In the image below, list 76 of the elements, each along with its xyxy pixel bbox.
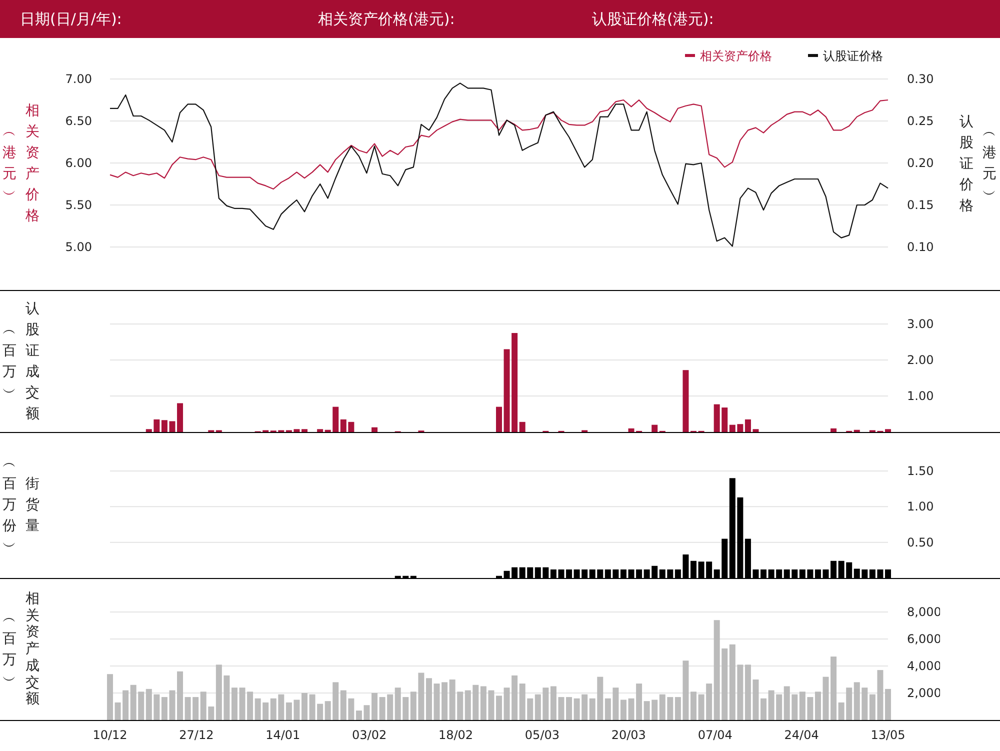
bar bbox=[169, 690, 176, 720]
axis-unit: ︵百万︶ bbox=[2, 320, 18, 402]
date-label: 27/12 bbox=[179, 728, 214, 742]
bar bbox=[558, 697, 564, 720]
tick-label: 0.30 bbox=[907, 72, 934, 86]
bar bbox=[885, 688, 891, 720]
bar bbox=[628, 428, 634, 432]
bar bbox=[752, 429, 759, 432]
bar bbox=[822, 676, 829, 720]
bar bbox=[107, 674, 113, 720]
bar bbox=[682, 370, 689, 432]
tick-label: 0.15 bbox=[907, 198, 934, 212]
bar bbox=[714, 404, 720, 432]
bar bbox=[364, 705, 370, 720]
tick-label: 0.20 bbox=[907, 156, 934, 170]
tick-label: 5.00 bbox=[65, 240, 92, 254]
bar bbox=[294, 429, 300, 432]
bar bbox=[434, 684, 440, 720]
bar bbox=[114, 702, 121, 720]
tick-label: 1.00 bbox=[907, 500, 934, 514]
bar bbox=[372, 427, 378, 432]
axis-title: 认股证价格 bbox=[958, 112, 974, 216]
date-label: 18/02 bbox=[438, 728, 474, 742]
tick-label: 1.00 bbox=[907, 389, 934, 403]
bar bbox=[496, 406, 502, 432]
tick-label: 0.50 bbox=[907, 535, 934, 550]
date-label: 20/03 bbox=[611, 728, 646, 742]
header-label: 认股证价格(港元): bbox=[592, 10, 714, 28]
bar bbox=[348, 422, 354, 432]
bar bbox=[830, 428, 837, 432]
bar bbox=[698, 694, 704, 720]
tick-label: 7.00 bbox=[65, 72, 92, 86]
legend-item: 相关资产价格 bbox=[685, 49, 772, 63]
date-label: 14/01 bbox=[266, 728, 300, 742]
bar bbox=[239, 688, 246, 720]
tick-label: 6.50 bbox=[65, 114, 92, 128]
date-label: 05/03 bbox=[524, 728, 560, 742]
bar bbox=[885, 429, 891, 432]
date-label: 07/04 bbox=[698, 728, 732, 742]
bar bbox=[302, 429, 308, 432]
bar bbox=[302, 693, 308, 720]
axis-unit: ︵港元︶ bbox=[2, 123, 18, 205]
header-label: 日期(日/月/年): bbox=[20, 10, 123, 28]
date-label: 10/12 bbox=[92, 728, 128, 742]
axis-title: 相关资产成交额 bbox=[24, 590, 40, 708]
tick-label: 3.00 bbox=[907, 317, 934, 331]
tick-label: 1.50 bbox=[907, 464, 934, 478]
axis-unit: ︵港元︶ bbox=[982, 123, 998, 205]
bar bbox=[877, 670, 884, 720]
date-label: 13/05 bbox=[870, 728, 906, 742]
bar bbox=[169, 421, 176, 432]
axis-unit: ︵百万份︶ bbox=[2, 454, 18, 557]
axis-title: 街货量 bbox=[24, 475, 40, 536]
bar bbox=[177, 403, 184, 432]
tick-label: 0.10 bbox=[907, 240, 934, 254]
bar bbox=[752, 680, 759, 720]
bar bbox=[309, 694, 316, 720]
date-label: 24/04 bbox=[784, 728, 819, 742]
bar bbox=[294, 700, 300, 720]
bar bbox=[488, 690, 494, 720]
bar bbox=[146, 429, 152, 432]
axis-title: 相关资产价格 bbox=[24, 102, 40, 226]
legend-item: 认股证价格 bbox=[808, 49, 883, 63]
tick-label: 5.50 bbox=[65, 198, 92, 212]
tick-label: 2.00 bbox=[907, 353, 934, 367]
axis-unit: ︵百万︶ bbox=[2, 608, 18, 690]
bar bbox=[628, 698, 634, 720]
tick-label: 0.25 bbox=[907, 114, 934, 128]
date-label: 03/02 bbox=[352, 728, 387, 742]
axis-title: 认股证成交额 bbox=[24, 300, 40, 424]
bar bbox=[690, 692, 696, 720]
bar bbox=[682, 660, 689, 720]
bar bbox=[496, 696, 502, 720]
bar bbox=[504, 688, 510, 720]
tick-label: 6.00 bbox=[65, 156, 92, 170]
header-label: 相关资产价格(港元): bbox=[318, 10, 456, 28]
